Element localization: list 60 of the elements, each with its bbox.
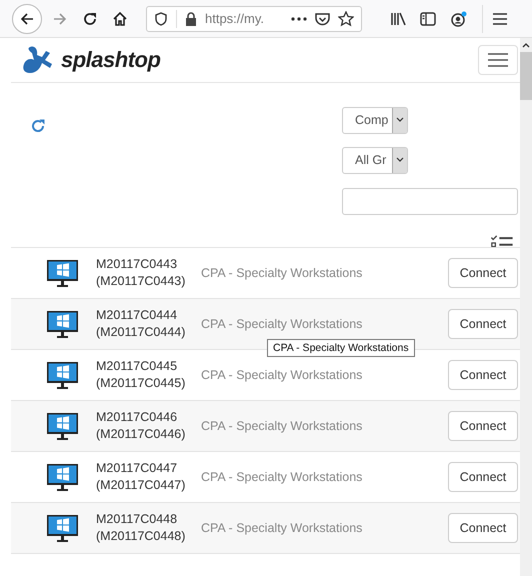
- group-name: CPA - Specialty Workstations: [201, 470, 364, 484]
- home-icon[interactable]: [112, 10, 128, 26]
- windows-monitor-icon: [47, 514, 78, 542]
- forward-icon[interactable]: [52, 10, 68, 26]
- group-select[interactable]: All Gr: [342, 146, 408, 174]
- chevron-down-icon[interactable]: [396, 117, 404, 124]
- computer-name: M20117C0447: [96, 460, 178, 477]
- refresh-icon[interactable]: [31, 119, 45, 133]
- computer-name: M20117C0445: [96, 358, 178, 375]
- computer-name: M20117C0446: [96, 409, 178, 426]
- tooltip: CPA - Specialty Workstations: [267, 339, 415, 357]
- computer-alias: (M20117C0444): [96, 324, 186, 341]
- lock-icon: [185, 12, 197, 26]
- computer-alias: (M20117C0447): [96, 477, 186, 494]
- group-name: CPA - Specialty Workstations: [201, 521, 364, 535]
- library-icon[interactable]: [390, 12, 406, 26]
- computer-alias: (M20117C0445): [96, 375, 186, 392]
- windows-monitor-icon: [47, 260, 78, 286]
- computer-name: M20117C0448: [96, 511, 178, 528]
- type-select[interactable]: Comp: [342, 107, 408, 134]
- group-name: CPA - Specialty Workstations: [201, 419, 364, 433]
- group-name: CPA - Specialty Workstations: [201, 266, 364, 280]
- search-field[interactable]: [342, 188, 518, 215]
- computer-name: M20117C0444: [96, 307, 178, 324]
- scroll-up-icon[interactable]: [522, 42, 530, 48]
- back-arrow-icon[interactable]: [19, 10, 35, 26]
- computer-alias: (M20117C0446): [96, 426, 186, 443]
- scrollbar-thumb[interactable]: [520, 52, 532, 100]
- back-button[interactable]: [12, 4, 42, 34]
- chevron-down-icon[interactable]: [396, 157, 404, 164]
- url-text: https://my.: [205, 11, 265, 26]
- group-name: CPA - Specialty Workstations: [201, 317, 364, 331]
- connect-button[interactable]: Connect: [448, 411, 518, 441]
- logo-text: splashtop: [61, 47, 160, 73]
- menu-icon[interactable]: [493, 12, 507, 24]
- connect-button[interactable]: Connect: [448, 309, 518, 339]
- connect-button[interactable]: Connect: [448, 462, 518, 492]
- windows-monitor-icon: [47, 310, 78, 338]
- shield-icon[interactable]: [154, 12, 168, 26]
- menu-button[interactable]: [478, 45, 518, 75]
- connect-button[interactable]: Connect: [448, 360, 518, 390]
- reload-icon[interactable]: [82, 10, 98, 26]
- computer-alias: (M20117C0443): [96, 273, 186, 290]
- menu-icon[interactable]: [488, 53, 508, 67]
- computer-name: M20117C0443: [96, 256, 178, 273]
- address-bar[interactable]: https://my.: [146, 6, 362, 32]
- windows-monitor-icon: [47, 412, 78, 440]
- computer-alias: (M20117C0448): [96, 528, 186, 545]
- windows-monitor-icon: [47, 362, 78, 388]
- windows-monitor-icon: [47, 464, 78, 490]
- connect-button[interactable]: Connect: [448, 513, 518, 543]
- checklist-icon[interactable]: [489, 234, 515, 247]
- scrollbar[interactable]: [520, 38, 532, 576]
- group-name: CPA - Specialty Workstations: [201, 368, 364, 382]
- sidebar-icon[interactable]: [420, 12, 436, 26]
- pocket-icon[interactable]: [315, 12, 330, 26]
- account-icon[interactable]: [450, 10, 468, 26]
- connect-button[interactable]: Connect: [448, 258, 518, 288]
- star-icon[interactable]: [338, 10, 354, 26]
- more-icon[interactable]: [291, 16, 307, 20]
